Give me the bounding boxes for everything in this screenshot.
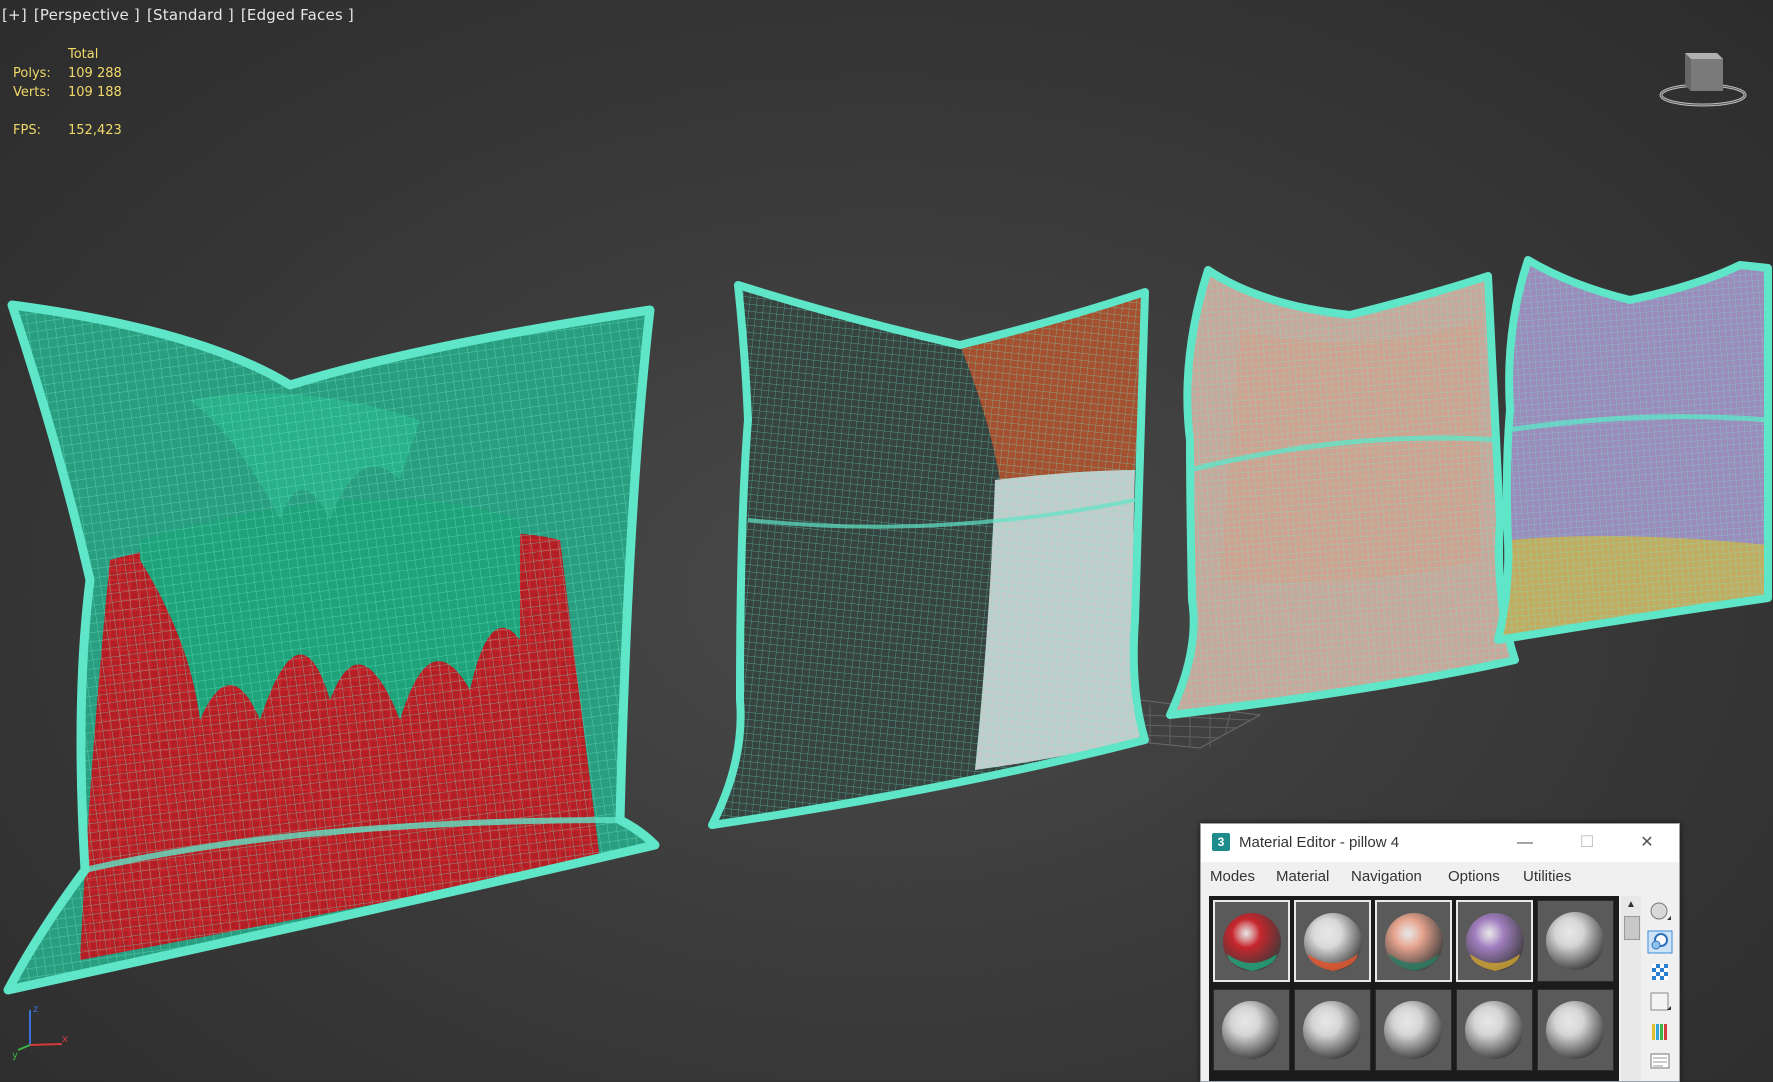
sample-type-icon[interactable] bbox=[1647, 900, 1673, 924]
maximize-button[interactable]: ☐ bbox=[1567, 830, 1607, 856]
backlight-icon[interactable] bbox=[1647, 930, 1673, 954]
material-editor-window[interactable]: 3 Material Editor - pillow 4 — ☐ ✕ Modes… bbox=[1200, 823, 1680, 1082]
material-sphere-icon bbox=[1546, 912, 1604, 970]
pillow-4[interactable] bbox=[1494, 256, 1772, 644]
material-slot-lavender[interactable] bbox=[1456, 900, 1533, 982]
menu-modes[interactable]: Modes bbox=[1210, 868, 1255, 885]
axis-y-label: y bbox=[12, 1050, 18, 1060]
3dsmax-app-icon: 3 bbox=[1212, 833, 1230, 851]
pillow-2[interactable] bbox=[708, 281, 1149, 829]
material-slot-orange-white[interactable] bbox=[1294, 900, 1371, 982]
material-sphere-icon bbox=[1304, 913, 1362, 971]
material-sphere-icon bbox=[1546, 1001, 1604, 1059]
scroll-thumb[interactable] bbox=[1624, 916, 1640, 940]
video-color-check-icon[interactable] bbox=[1647, 1020, 1673, 1044]
minimize-button[interactable]: — bbox=[1505, 830, 1545, 856]
material-sphere-icon bbox=[1303, 1001, 1361, 1059]
background-checker-icon[interactable] bbox=[1647, 960, 1673, 984]
menu-material[interactable]: Material bbox=[1276, 868, 1329, 885]
material-sphere-icon bbox=[1384, 1001, 1442, 1059]
axis-tripod-icon: z x y bbox=[12, 1004, 68, 1060]
material-slot-peach[interactable] bbox=[1375, 900, 1452, 982]
material-slot-default[interactable] bbox=[1456, 989, 1533, 1071]
make-preview-icon[interactable] bbox=[1647, 1050, 1673, 1074]
menu-utilities[interactable]: Utilities bbox=[1523, 868, 1571, 885]
pillow-3[interactable] bbox=[1166, 266, 1519, 719]
scroll-up-arrow-icon[interactable]: ▲ bbox=[1621, 896, 1641, 914]
close-button[interactable]: ✕ bbox=[1627, 830, 1667, 856]
axis-x-label: x bbox=[62, 1034, 68, 1045]
sample-slots-grid bbox=[1209, 896, 1619, 1081]
material-sphere-icon bbox=[1385, 913, 1443, 971]
material-editor-menubar: Modes Material Navigation Options Utilit… bbox=[1201, 862, 1679, 890]
material-slot-default[interactable] bbox=[1537, 989, 1614, 1071]
menu-navigation[interactable]: Navigation bbox=[1351, 868, 1422, 885]
material-sphere-icon bbox=[1465, 1001, 1523, 1059]
material-slot-default[interactable] bbox=[1375, 989, 1452, 1071]
material-editor-titlebar[interactable]: 3 Material Editor - pillow 4 — ☐ ✕ bbox=[1201, 824, 1679, 862]
material-slot-default[interactable] bbox=[1537, 900, 1614, 982]
material-sphere-icon bbox=[1466, 913, 1524, 971]
material-sphere-icon bbox=[1223, 913, 1281, 971]
material-slot-default[interactable] bbox=[1294, 989, 1371, 1071]
slots-scrollbar[interactable]: ▲ bbox=[1621, 896, 1641, 1081]
material-editor-side-toolbar bbox=[1645, 896, 1675, 1081]
material-slot-strawberry[interactable] bbox=[1213, 900, 1290, 982]
uv-tiling-icon[interactable] bbox=[1647, 990, 1673, 1014]
window-title: Material Editor - pillow 4 bbox=[1239, 834, 1400, 851]
pillow-1[interactable] bbox=[3, 300, 660, 995]
material-slot-default[interactable] bbox=[1213, 989, 1290, 1071]
material-sphere-icon bbox=[1222, 1001, 1280, 1059]
axis-z-label: z bbox=[33, 1004, 38, 1015]
menu-options[interactable]: Options bbox=[1448, 868, 1500, 885]
